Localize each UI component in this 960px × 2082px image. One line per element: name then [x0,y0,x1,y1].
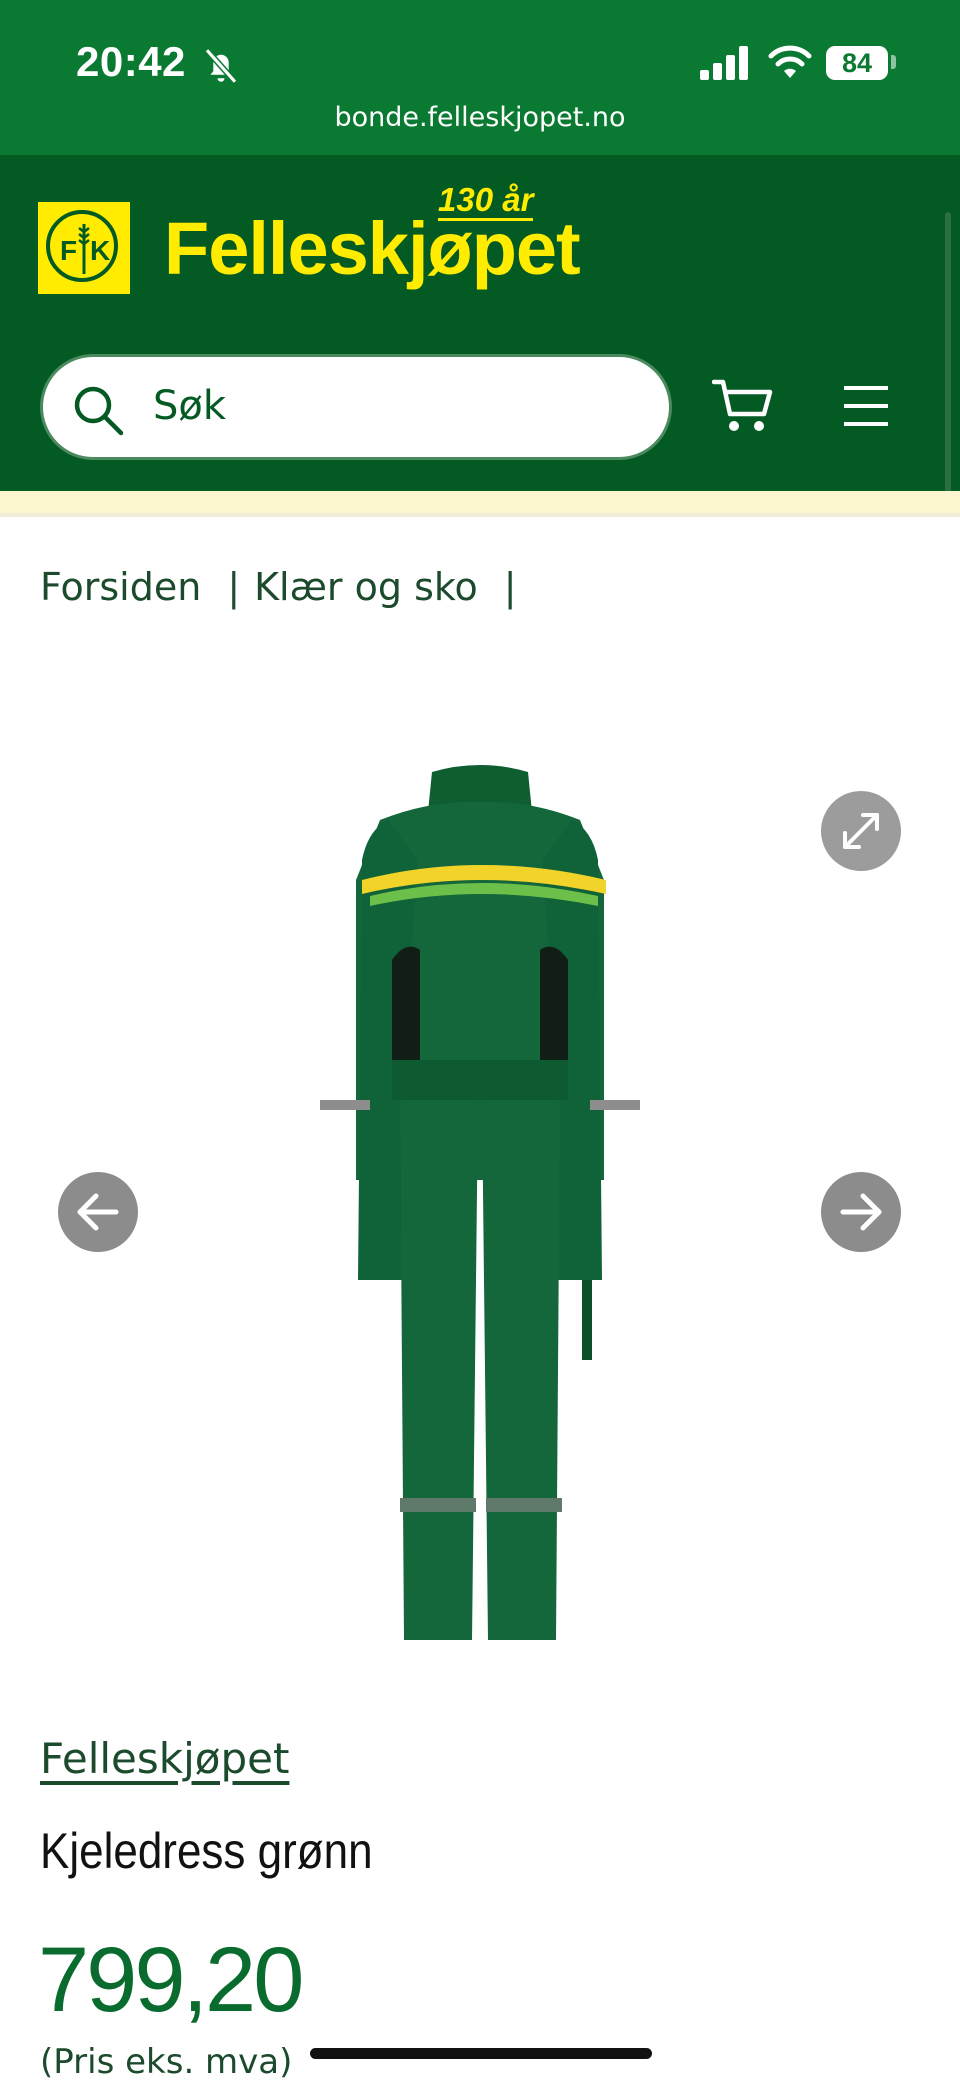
battery-tip [891,55,896,69]
breadcrumb-separator: | [227,565,241,609]
price-note: (Pris eks. mva) [40,2042,293,2082]
product-image[interactable] [300,760,660,1660]
arrow-right-icon [840,1193,882,1231]
arrow-left-icon [77,1193,119,1231]
product-price: 799,20 [38,1929,304,2031]
breadcrumb-item-home[interactable]: Forsiden [40,565,201,609]
address-url[interactable]: bonde.felleskjopet.no [0,102,960,133]
scrollbar[interactable] [945,212,951,494]
menu-icon[interactable] [840,380,892,432]
battery-indicator: 84 [826,46,888,80]
search-placeholder: Søk [153,383,227,429]
breadcrumb-separator: | [503,565,517,609]
signal-icon [700,46,748,80]
logo-emblem-icon: F K [60,224,110,274]
logo-badge[interactable]: F K [38,202,130,294]
previous-image-button[interactable] [58,1172,138,1252]
search-icon [74,386,124,436]
status-time: 20:42 [76,38,186,85]
expand-icon [843,813,879,849]
product-title: Kjeledress grønn [40,1823,373,1879]
search-input[interactable]: Søk [40,354,672,460]
bell-off-icon [204,48,238,84]
svg-text:K: K [90,235,110,266]
status-bar: 20:42 84 bonde.felleskjopet.no [0,0,960,155]
next-image-button[interactable] [821,1172,901,1252]
svg-text:F: F [60,235,77,266]
cart-icon[interactable] [712,378,774,434]
expand-image-button[interactable] [821,791,901,871]
anniversary-badge: 130 år [438,182,534,221]
wifi-icon [768,45,812,78]
breadcrumb-item-clothes[interactable]: Klær og sko [254,565,478,609]
notice-strip [0,491,960,517]
breadcrumb: Forsiden | Klær og sko | [40,565,531,609]
home-indicator[interactable] [310,2048,652,2059]
brand-link[interactable]: Felleskjøpet [40,1734,289,1783]
